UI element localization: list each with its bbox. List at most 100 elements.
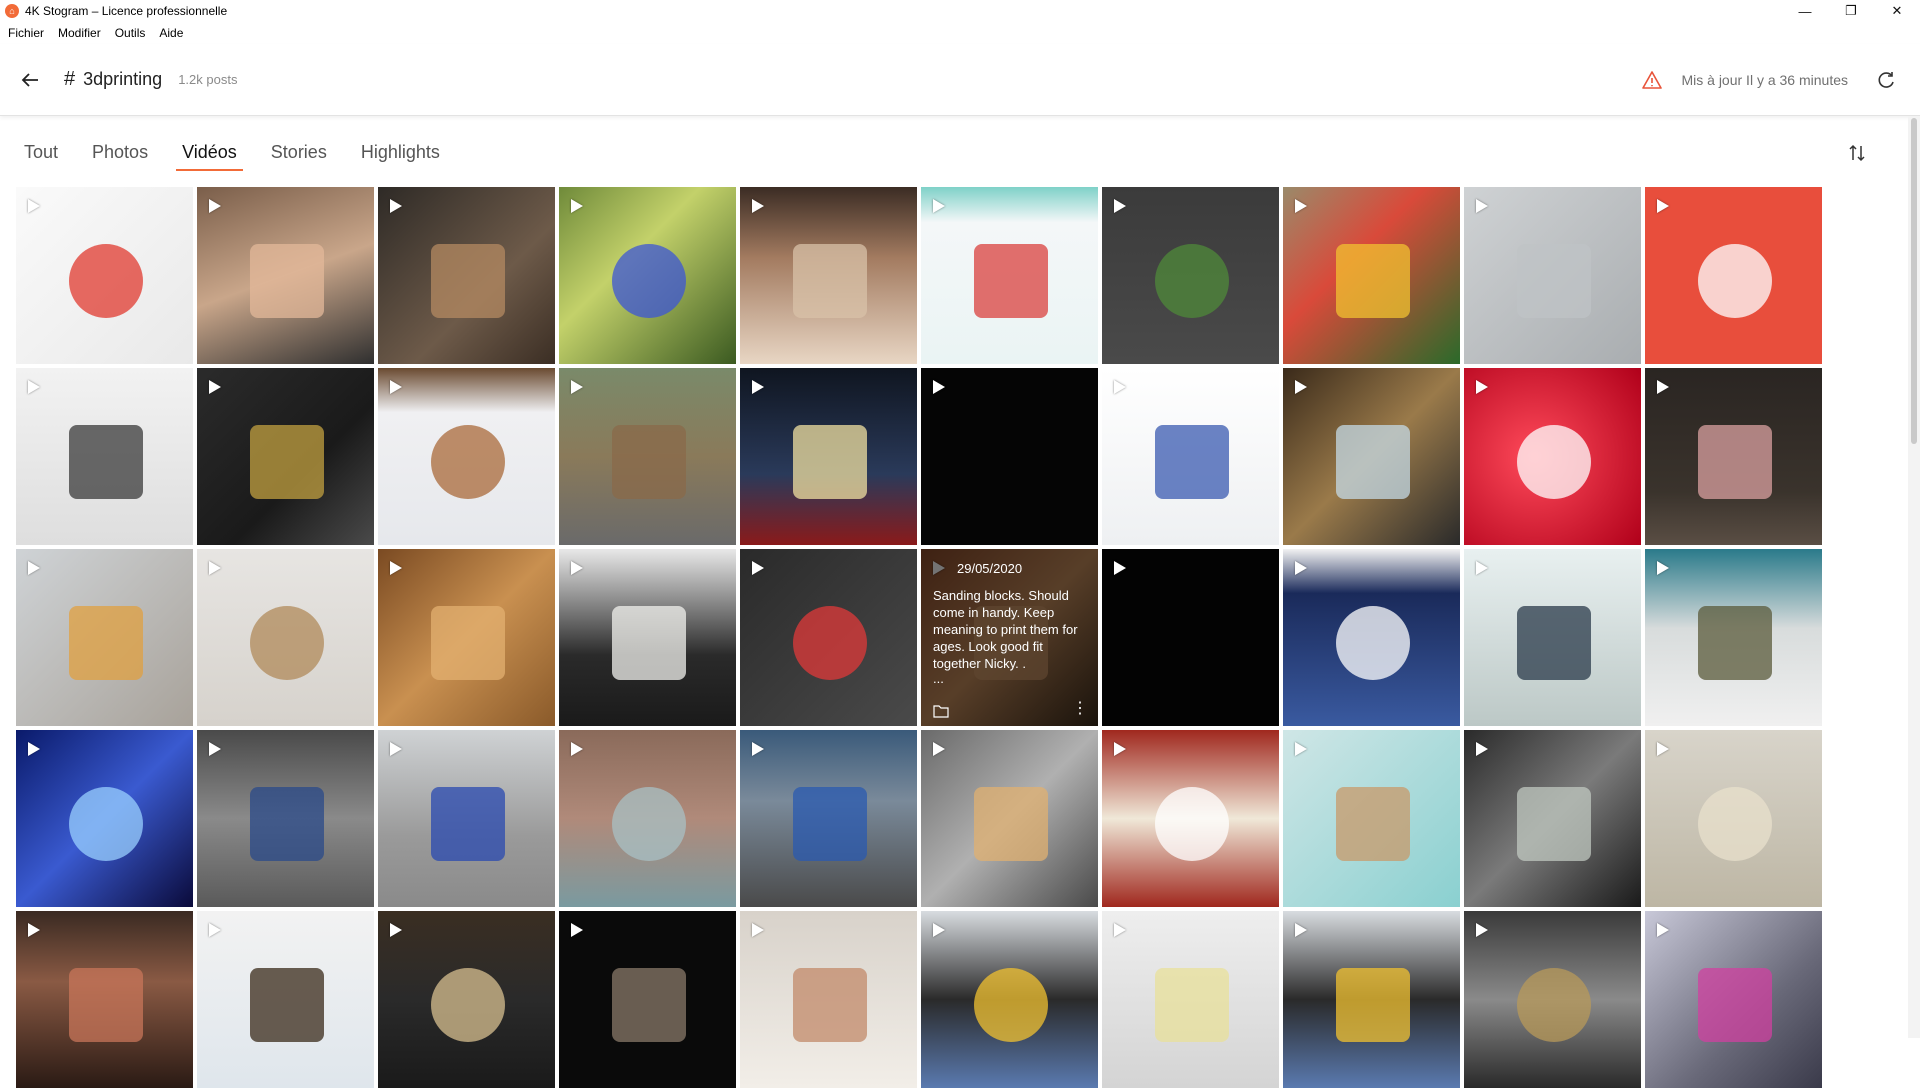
video-thumbnail[interactable] [16,911,193,1088]
thumbnail-content [1517,424,1592,499]
video-thumbnail[interactable] [1283,549,1460,726]
sort-button[interactable] [1844,140,1870,166]
thumbnail-content [69,786,144,861]
video-thumbnail[interactable] [921,368,1098,545]
video-thumbnail[interactable] [378,549,555,726]
refresh-button[interactable] [1874,68,1898,92]
video-thumbnail[interactable] [197,911,374,1088]
minimize-icon[interactable]: — [1782,0,1828,22]
video-thumbnail[interactable] [1645,187,1822,364]
thumbnail-content [1155,424,1230,499]
video-thumbnail[interactable] [1464,911,1641,1088]
maximize-icon[interactable]: ❐ [1828,0,1874,22]
video-thumbnail[interactable] [1464,549,1641,726]
video-thumbnail[interactable] [740,730,917,907]
thumbnail-content [1336,786,1411,861]
video-thumbnail[interactable] [378,911,555,1088]
video-thumbnail[interactable] [559,549,736,726]
title-bar: ⌂ 4K Stogram – Licence professionnelle —… [0,0,1920,22]
video-thumbnail[interactable] [1102,730,1279,907]
video-thumbnail[interactable] [559,730,736,907]
thumbnail-content [1336,967,1411,1042]
video-thumbnail[interactable] [378,730,555,907]
filter-tabs: Tout Photos Vidéos Stories Highlights [18,138,468,171]
video-thumbnail[interactable] [559,187,736,364]
video-thumbnail[interactable] [1102,187,1279,364]
close-icon[interactable]: ✕ [1874,0,1920,22]
video-thumbnail[interactable] [1464,368,1641,545]
play-icon [1657,923,1669,937]
video-thumbnail[interactable] [1645,911,1822,1088]
video-thumbnail[interactable] [1645,368,1822,545]
video-thumbnail[interactable] [1645,730,1822,907]
video-thumbnail[interactable] [1283,730,1460,907]
thumbnail-content [1155,786,1230,861]
page-title: 3dprinting [83,69,163,89]
video-thumbnail[interactable] [1102,368,1279,545]
folder-icon[interactable] [933,704,949,718]
video-thumbnail[interactable] [1464,187,1641,364]
video-thumbnail[interactable] [378,187,555,364]
play-icon [1476,380,1488,394]
media-grid: 29/05/2020 Sanding blocks. Should come in… [16,187,1824,1088]
menu-modifier[interactable]: Modifier [58,26,101,40]
tab-videos[interactable]: Vidéos [176,138,243,171]
video-thumbnail[interactable] [559,911,736,1088]
play-icon [1295,923,1307,937]
scroll-thumb[interactable] [1911,118,1917,444]
video-thumbnail[interactable] [559,368,736,545]
tab-stories[interactable]: Stories [265,138,333,171]
play-icon [933,380,945,394]
video-thumbnail[interactable] [1102,549,1279,726]
tab-photos[interactable]: Photos [86,138,154,171]
video-thumbnail[interactable] [921,911,1098,1088]
video-thumbnail[interactable] [16,368,193,545]
thumbnail-content [250,243,325,318]
thumbnail-content [250,967,325,1042]
play-icon [28,380,40,394]
thumbnail-content [1336,424,1411,499]
video-thumbnail[interactable] [197,187,374,364]
thumbnail-content [1698,786,1773,861]
video-thumbnail[interactable] [921,730,1098,907]
last-update-text: Mis à jour Il y a 36 minutes [1681,71,1848,88]
play-icon [209,923,221,937]
thumbnail-content [612,243,687,318]
video-thumbnail[interactable] [1283,368,1460,545]
video-thumbnail[interactable] [1645,549,1822,726]
video-thumbnail[interactable] [197,368,374,545]
video-thumbnail[interactable] [197,730,374,907]
menu-outils[interactable]: Outils [115,26,146,40]
video-thumbnail[interactable] [1102,911,1279,1088]
tab-highlights[interactable]: Highlights [355,138,446,171]
video-thumbnail[interactable] [921,187,1098,364]
video-thumbnail[interactable] [16,187,193,364]
video-thumbnail[interactable] [1283,911,1460,1088]
play-icon [752,561,764,575]
video-thumbnail[interactable] [740,911,917,1088]
thumbnail-content [250,786,325,861]
thumbnail-content [612,967,687,1042]
scrollbar[interactable] [1908,116,1920,1038]
back-button[interactable] [16,66,44,94]
more-options-icon[interactable]: ⋮ [1072,698,1088,718]
video-thumbnail[interactable] [740,549,917,726]
warning-icon[interactable] [1641,69,1663,91]
video-thumbnail[interactable]: 29/05/2020 Sanding blocks. Should come in… [921,549,1098,726]
thumbnail-content [250,605,325,680]
video-thumbnail[interactable] [740,187,917,364]
video-thumbnail[interactable] [16,730,193,907]
video-thumbnail[interactable] [1464,730,1641,907]
menu-fichier[interactable]: Fichier [8,26,44,40]
video-thumbnail[interactable] [740,368,917,545]
play-icon [1114,199,1126,213]
menu-aide[interactable]: Aide [159,26,183,40]
video-thumbnail[interactable] [16,549,193,726]
video-thumbnail[interactable] [378,368,555,545]
video-thumbnail[interactable] [1283,187,1460,364]
play-icon [752,199,764,213]
tab-tout[interactable]: Tout [18,138,64,171]
thumbnail-content [1336,605,1411,680]
play-icon [571,923,583,937]
video-thumbnail[interactable] [197,549,374,726]
